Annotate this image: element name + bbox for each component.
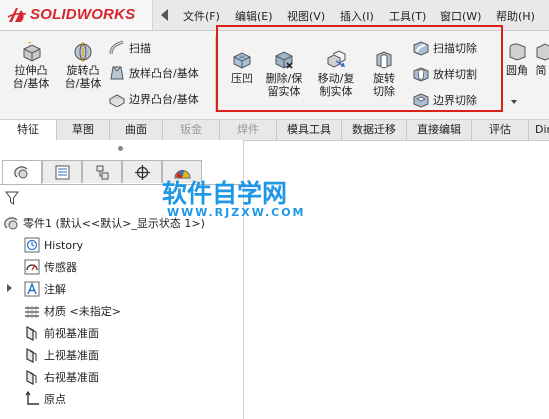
- title-bar: SOLIDWORKS 文件(F) 编辑(E) 视图(V) 插入(I) 工具(T)…: [0, 0, 549, 31]
- tree-item-material[interactable]: 材质 <未指定>: [24, 302, 121, 322]
- extrude-boss-button[interactable]: 拉伸凸台/基体: [8, 42, 54, 90]
- boundary-boss-icon: [108, 94, 126, 108]
- annotations-icon: [24, 281, 40, 297]
- solidworks-logo[interactable]: SOLIDWORKS: [0, 0, 153, 30]
- annotations-expand-arrow-icon[interactable]: [7, 284, 12, 292]
- tab-features[interactable]: 特征: [0, 120, 57, 141]
- material-icon: [25, 306, 39, 318]
- sweep-button[interactable]: 扫描: [108, 40, 151, 58]
- menu-view[interactable]: 视图(V): [287, 8, 325, 24]
- tab-surfaces[interactable]: 曲面: [110, 120, 163, 140]
- tab-feature-manager[interactable]: [2, 160, 42, 185]
- fillet-button[interactable]: 圆角: [504, 42, 530, 77]
- tab-property-manager[interactable]: [42, 160, 82, 183]
- tree-item-front-plane[interactable]: 前视基准面: [24, 324, 99, 344]
- sweep-icon: [109, 40, 124, 55]
- tree-item-history[interactable]: History: [24, 236, 83, 256]
- swept-cut-button[interactable]: 扫描切除: [412, 40, 477, 58]
- boundary-boss-button[interactable]: 边界凸台/基体: [108, 91, 199, 109]
- tab-data-migration[interactable]: 数据迁移: [342, 120, 407, 140]
- plane-icon: [26, 348, 37, 363]
- brand-name: SOLIDWORKS: [30, 6, 136, 23]
- dimxpert-crosshair-icon: [135, 165, 150, 180]
- watermark-title: 软件自学网: [162, 179, 288, 208]
- loft-cut-icon: [413, 67, 429, 82]
- move-copy-body-icon: [327, 50, 346, 68]
- menu-file[interactable]: 文件(F): [183, 8, 220, 24]
- watermark-url: WWW.RJZXW.COM: [167, 206, 306, 219]
- filter-icon[interactable]: [5, 191, 19, 205]
- fillet-icon: [509, 43, 526, 61]
- tree-item-top-plane[interactable]: 上视基准面: [24, 346, 99, 366]
- tree-item-origin[interactable]: 原点: [24, 390, 66, 410]
- indent-button[interactable]: 压凹: [224, 50, 260, 85]
- loft-boss-button[interactable]: 放样凸台/基体: [108, 65, 199, 83]
- plane-icon: [26, 326, 37, 341]
- revolve-boss-button[interactable]: 旋转凸台/基体: [60, 42, 106, 90]
- ds-logo-icon: [7, 8, 27, 22]
- property-manager-icon: [55, 165, 70, 180]
- tab-dimxpert[interactable]: Dir: [529, 120, 549, 140]
- shell-button[interactable]: 简: [533, 42, 549, 77]
- menu-tools[interactable]: 工具(T): [389, 8, 426, 24]
- tab-dimxpert-manager[interactable]: [122, 160, 162, 183]
- tab-weldments[interactable]: 焊件: [220, 120, 277, 140]
- feature-tree-icon: [14, 166, 28, 179]
- boundary-cut-button[interactable]: 边界切除: [412, 92, 477, 110]
- sensor-icon: [24, 259, 40, 275]
- command-tabs: 特征 草图 曲面 钣金 焊件 模具工具 数据迁移 直接编辑 评估 Dir: [0, 119, 549, 141]
- configuration-manager-icon: [96, 165, 109, 180]
- tree-item-annotations[interactable]: 注解: [24, 280, 66, 300]
- menu-window[interactable]: 窗口(W): [440, 8, 481, 24]
- revolve-cut-button[interactable]: 旋转切除: [366, 50, 402, 98]
- delete-keep-body-button[interactable]: 删除/保留实体: [262, 50, 306, 98]
- tree-item-sensors[interactable]: 传感器: [24, 258, 77, 278]
- part-icon: [4, 217, 18, 230]
- menu-insert[interactable]: 插入(I): [340, 8, 374, 24]
- shell-icon: [536, 43, 549, 61]
- delete-keep-body-icon: [275, 51, 293, 69]
- history-icon: [24, 237, 40, 253]
- loft-cut-button[interactable]: 放样切割: [412, 66, 477, 84]
- tab-mold-tools[interactable]: 模具工具: [277, 120, 342, 140]
- tab-evaluate[interactable]: 评估: [472, 120, 529, 140]
- menu-pin-arrow-icon[interactable]: [161, 9, 168, 21]
- ribbon-more-dropdown-icon[interactable]: [511, 100, 517, 104]
- plane-icon: [26, 370, 37, 385]
- extrude-boss-icon: [23, 42, 41, 62]
- revolve-cut-icon: [376, 51, 392, 69]
- revolve-boss-icon: [74, 42, 92, 62]
- tab-sheet-metal[interactable]: 钣金: [163, 120, 220, 140]
- tree-item-right-plane[interactable]: 右视基准面: [24, 368, 99, 388]
- tab-direct-editing[interactable]: 直接编辑: [407, 120, 472, 140]
- menu-edit[interactable]: 编辑(E): [235, 8, 273, 24]
- indent-icon: [233, 52, 251, 69]
- ribbon-separator: [215, 36, 216, 112]
- menu-help[interactable]: 帮助(H): [496, 8, 535, 24]
- tab-configuration-manager[interactable]: [82, 160, 122, 183]
- origin-icon: [25, 390, 39, 405]
- tab-sketch[interactable]: 草图: [57, 120, 110, 140]
- swept-cut-icon: [413, 41, 429, 56]
- panel-grip-icon[interactable]: [118, 146, 123, 151]
- boundary-cut-icon: [413, 93, 429, 108]
- loft-boss-icon: [110, 66, 124, 80]
- move-copy-body-button[interactable]: 移动/复制实体: [314, 50, 358, 98]
